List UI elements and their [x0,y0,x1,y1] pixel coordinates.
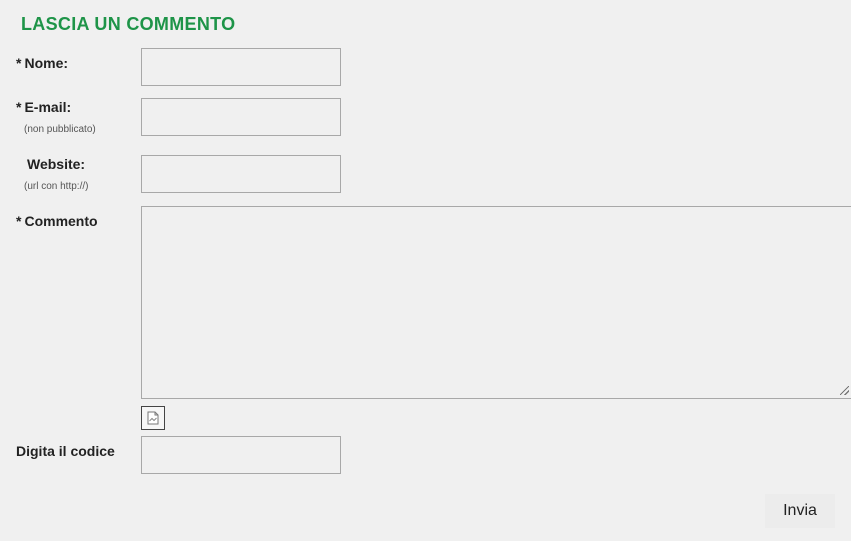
email-note: (non pubblicato) [24,124,96,135]
required-marker: * [16,213,22,229]
form-title: LASCIA UN COMMENTO [21,14,236,34]
email-input[interactable] [141,98,341,136]
comment-label: * Commento [16,213,98,229]
email-label: * E-mail: [16,99,71,115]
captcha-label: Digita il codice [16,443,115,459]
email-label-text: E-mail: [24,99,72,115]
broken-image-icon [147,411,159,425]
required-marker: * [16,99,22,115]
captcha-input[interactable] [141,436,341,474]
submit-button[interactable]: Invia [765,494,835,528]
resize-handle-icon[interactable] [840,386,849,395]
name-label: * Nome: [16,55,68,71]
captcha-image-icon [141,406,165,430]
comment-label-text: Commento [24,213,98,229]
website-label: Website: [27,156,86,172]
name-input[interactable] [141,48,341,86]
website-note: (url con http://) [24,181,89,192]
name-label-text: Nome: [24,55,69,71]
website-input[interactable] [141,155,341,193]
comment-textarea[interactable] [141,206,851,399]
required-marker: * [16,55,22,71]
